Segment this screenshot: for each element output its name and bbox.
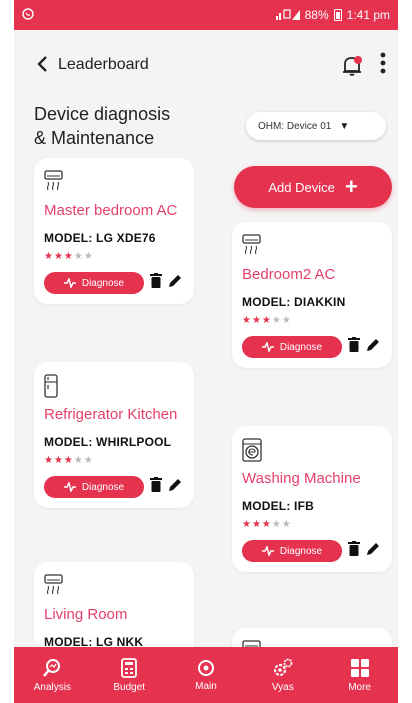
nav-label: Budget (113, 681, 146, 693)
device-model: MODEL: WHIRLPOOL (44, 435, 172, 449)
edit-icon[interactable] (168, 478, 182, 497)
edit-icon[interactable] (168, 274, 182, 293)
page-heading: Device diagnosis & Maintenance (34, 102, 204, 150)
device-card-partial[interactable] (232, 628, 392, 647)
device-select[interactable]: OHM: Device 01 ▼ (246, 112, 386, 140)
ac-icon (44, 574, 184, 600)
ac-icon (242, 640, 382, 647)
device-name: Bedroom2 AC (242, 266, 336, 283)
budget-icon (121, 657, 138, 678)
diagnose-button[interactable]: Diagnose (242, 336, 342, 358)
page-title-line1: Device diagnosis (34, 104, 171, 124)
device-card[interactable]: Bedroom2 AC MODEL: DIAKKIN ★★★★★ Diagnos… (232, 222, 392, 368)
main-content: Leaderboard Device diagnosis & Maintenan… (24, 30, 398, 647)
back-arrow-icon[interactable] (36, 54, 48, 76)
plus-icon: + (344, 174, 358, 199)
device-name: Living Room (44, 606, 128, 623)
back-label[interactable]: Leaderboard (58, 56, 338, 74)
device-card[interactable]: Washing Machine MODEL: IFB ★★★★★ Diagnos… (232, 426, 392, 572)
phone-screen: 88% 1:41 pm Leaderboard Device diagnosis… (14, 0, 398, 703)
diagnose-label: Diagnose (81, 277, 125, 289)
ac-icon (242, 234, 382, 260)
refrigerator-icon (44, 374, 184, 400)
bottom-nav: Analysis Budget Main Vyas More (14, 647, 398, 703)
add-device-button[interactable]: Add Device + (234, 166, 392, 208)
battery-percent: 88% (304, 8, 329, 22)
rating-stars: ★★★★★ (242, 519, 292, 530)
device-card[interactable]: Living Room MODEL: LG NKK (34, 562, 194, 647)
device-name: Washing Machine (242, 470, 361, 487)
device-model: MODEL: LG XDE76 (44, 231, 156, 245)
status-bar: 88% 1:41 pm (14, 0, 398, 30)
diagnose-button[interactable]: Diagnose (242, 540, 342, 562)
main-icon (197, 659, 215, 677)
ac-icon (44, 170, 184, 196)
analysis-icon (42, 658, 62, 678)
device-name: Refrigerator Kitchen (44, 406, 178, 423)
more-vert-icon[interactable] (380, 52, 386, 79)
edit-icon[interactable] (366, 542, 380, 561)
trash-icon[interactable] (348, 541, 360, 561)
device-card[interactable]: Master bedroom AC MODEL: LG XDE76 ★★★★★ … (34, 158, 194, 304)
whatsapp-icon (22, 7, 34, 23)
more-grid-icon (350, 658, 370, 678)
washing-machine-icon (242, 438, 382, 464)
rating-stars: ★★★★★ (242, 315, 292, 326)
nav-budget[interactable]: Budget (91, 647, 168, 703)
vyas-icon (272, 658, 294, 678)
nav-label: Analysis (33, 681, 72, 693)
app-bar: Leaderboard (24, 30, 398, 100)
battery-icon (333, 9, 342, 21)
trash-icon[interactable] (348, 337, 360, 357)
rating-stars: ★★★★★ (44, 455, 94, 466)
device-name: Master bedroom AC (44, 202, 178, 219)
nav-label: Vyas (271, 681, 294, 693)
trash-icon[interactable] (150, 477, 162, 497)
nav-main[interactable]: Main (168, 647, 245, 703)
edit-icon[interactable] (366, 338, 380, 357)
device-model: MODEL: IFB (242, 499, 314, 513)
diagnose-button[interactable]: Diagnose (44, 476, 144, 498)
bell-icon[interactable] (338, 51, 366, 79)
device-model: MODEL: DIAKKIN (242, 295, 346, 309)
page-title-line2: & Maintenance (34, 128, 155, 148)
diagnose-label: Diagnose (81, 481, 125, 493)
device-model: MODEL: LG NKK (44, 635, 144, 647)
device-card[interactable]: Refrigerator Kitchen MODEL: WHIRLPOOL ★★… (34, 362, 194, 508)
diagnose-label: Diagnose (279, 545, 323, 557)
nav-more[interactable]: More (321, 647, 398, 703)
clock: 1:41 pm (346, 8, 390, 22)
nav-vyas[interactable]: Vyas (244, 647, 321, 703)
nav-analysis[interactable]: Analysis (14, 647, 91, 703)
diagnose-button[interactable]: Diagnose (44, 272, 144, 294)
diagnose-label: Diagnose (279, 341, 323, 353)
trash-icon[interactable] (150, 273, 162, 293)
signal-icon (275, 8, 300, 23)
nav-label: More (348, 681, 371, 693)
add-device-label: Add Device (268, 179, 335, 195)
device-select-value: OHM: Device 01 (258, 120, 332, 132)
nav-label: Main (195, 680, 217, 692)
rating-stars: ★★★★★ (44, 251, 94, 262)
dropdown-arrow-icon: ▼ (339, 120, 350, 132)
